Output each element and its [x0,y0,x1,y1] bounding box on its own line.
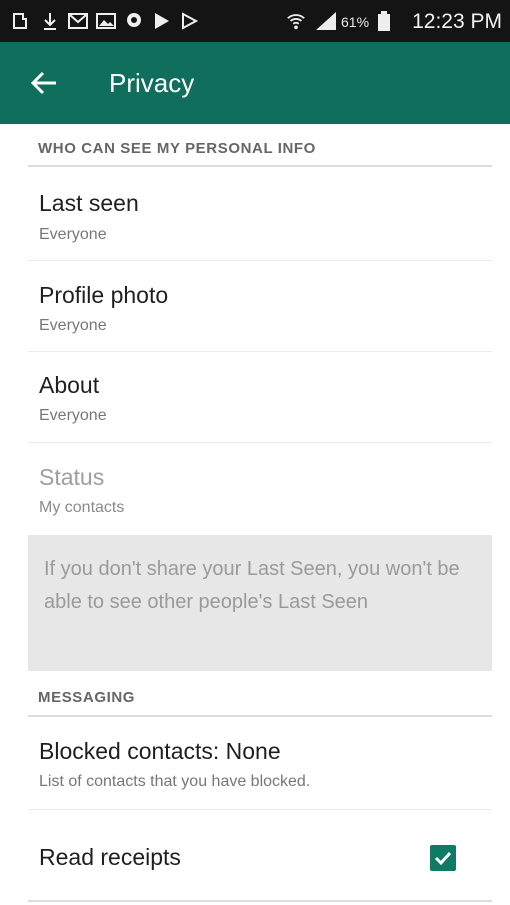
location-icon [124,11,144,31]
clock: 12:23 PM [412,10,502,33]
download-arrow-icon [40,11,60,31]
about-setting[interactable]: About Everyone [28,352,492,442]
section-divider [28,165,492,167]
app-bar: Privacy [0,42,510,124]
section-header-personal-info: WHO CAN SEE MY PERSONAL INFO [38,140,316,157]
gmail-icon [68,11,88,31]
wifi-icon [286,11,306,31]
play-icon [180,11,200,31]
play-store-icon [152,11,172,31]
status-title: Status [39,464,105,490]
status-bar: 61% 12:23 PM [0,0,510,42]
check-icon [434,851,452,866]
last-seen-title: Last seen [39,190,139,216]
profile-photo-title: Profile photo [39,282,169,308]
blocked-contacts-subtitle: List of contacts that you have blocked. [39,773,311,790]
battery-percent: 61% [341,14,370,30]
section-divider [28,715,492,717]
battery-icon [377,11,391,31]
profile-photo-setting[interactable]: Profile photo Everyone [28,261,492,351]
page-title: Privacy [109,68,195,98]
signal-icon [314,11,338,31]
download-icon [10,11,30,31]
blocked-contacts-setting[interactable]: Blocked contacts: None List of contacts … [28,718,492,808]
about-value: Everyone [39,407,107,424]
last-seen-value: Everyone [39,226,107,243]
status-setting[interactable]: Status My contacts [28,443,492,533]
read-receipts-setting[interactable]: Read receipts [28,810,492,900]
status-value: My contacts [39,499,125,516]
section-header-messaging: MESSAGING [38,689,136,706]
gallery-icon [96,11,116,31]
read-receipts-checkbox[interactable] [430,845,456,871]
info-note: If you don't share your Last Seen, you w… [28,535,492,671]
arrow-back-icon[interactable] [30,70,58,96]
blocked-contacts-title: Blocked contacts: None [39,738,281,764]
read-receipts-title: Read receipts [39,844,181,870]
last-seen-setting[interactable]: Last seen Everyone [28,168,492,260]
row-divider [28,900,492,902]
profile-photo-value: Everyone [39,317,107,334]
info-note-text: If you don't share your Last Seen, you w… [44,558,460,613]
about-title: About [39,372,100,398]
